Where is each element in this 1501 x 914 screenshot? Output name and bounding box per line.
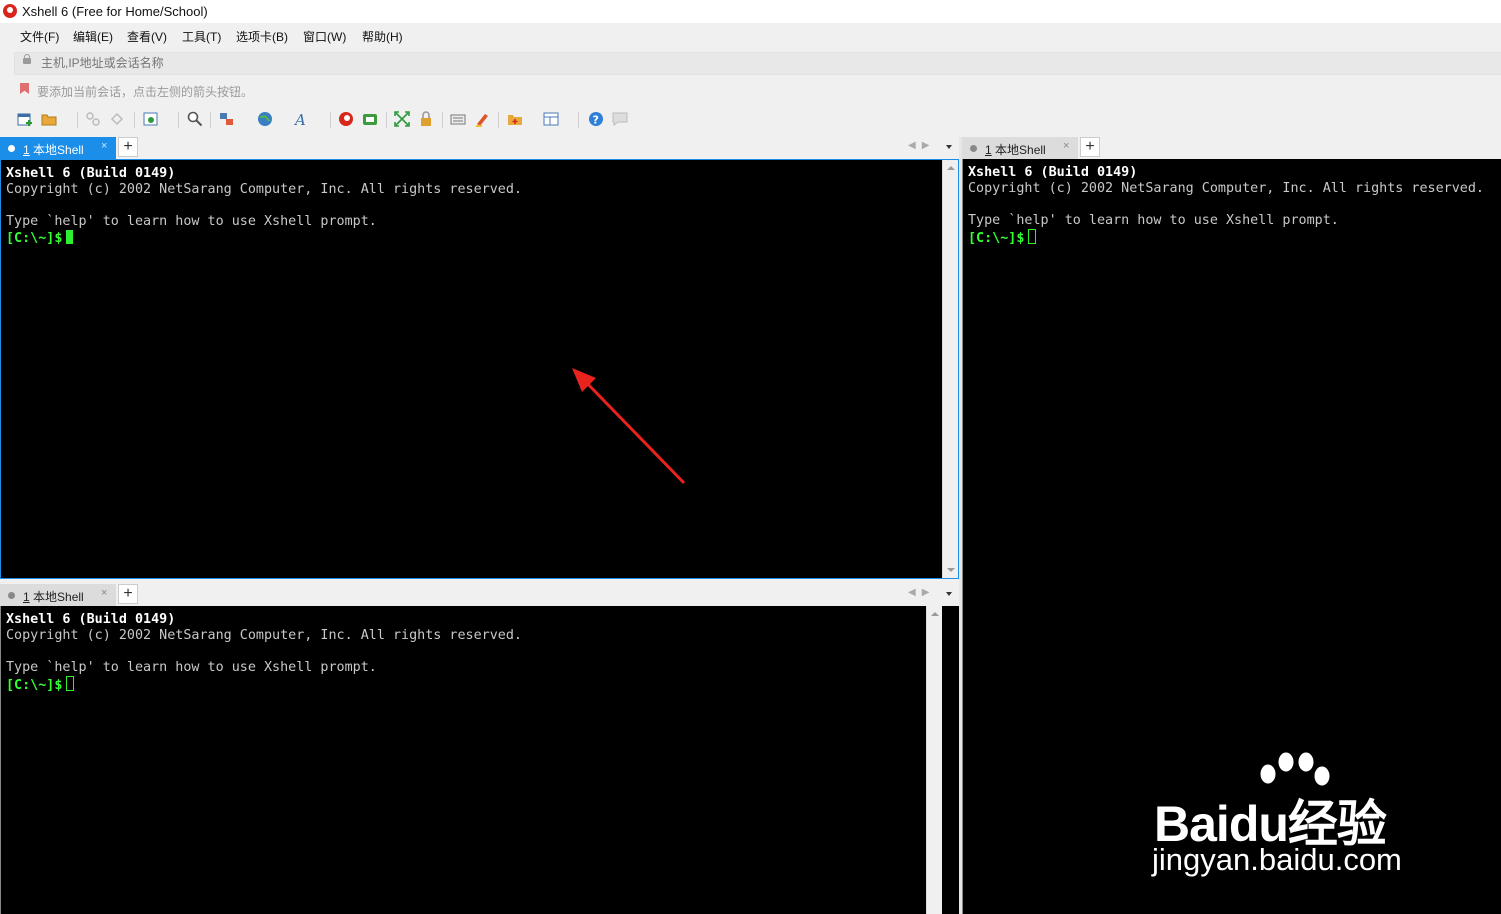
add-tab-button[interactable]: +: [118, 137, 138, 157]
tab-status-dot: [970, 145, 977, 152]
terminal-top-left[interactable]: Xshell 6 (Build 0149) Copyright (c) 2002…: [0, 159, 959, 579]
tab-status-dot: [8, 145, 15, 152]
menu-bar: 文件(F) 编辑(E) 查看(V) 工具(T) 选项卡(B) 窗口(W) 帮助(…: [0, 23, 1501, 48]
help-icon[interactable]: ?: [588, 111, 604, 127]
vertical-scrollbar[interactable]: [942, 160, 958, 578]
terminal-cursor: [66, 230, 74, 244]
tab-label: 1 本地Shell: [23, 590, 84, 604]
tab-list-dropdown[interactable]: [946, 145, 952, 149]
address-bar: [14, 52, 1501, 75]
xftp-icon[interactable]: [362, 111, 378, 127]
terminal-right[interactable]: Xshell 6 (Build 0149) Copyright (c) 2002…: [962, 159, 1501, 914]
menu-help[interactable]: 帮助(H): [362, 28, 403, 45]
bookmark-arrow-icon[interactable]: [20, 83, 29, 94]
toolbar: A ?: [0, 104, 1501, 134]
globe-icon[interactable]: [257, 111, 273, 127]
svg-text:A: A: [294, 111, 306, 127]
menu-tabs[interactable]: 选项卡(B): [236, 28, 288, 45]
font-icon[interactable]: A: [294, 111, 310, 127]
disconnect-icon[interactable]: [109, 111, 125, 127]
new-tab-icon[interactable]: [507, 111, 523, 127]
menu-tools[interactable]: 工具(T): [182, 28, 221, 45]
new-session-icon[interactable]: [17, 111, 33, 127]
xshell-app-icon: [3, 4, 17, 18]
pane-splitter[interactable]: [959, 137, 962, 914]
fullscreen-icon[interactable]: [394, 111, 410, 127]
add-tab-button[interactable]: +: [1080, 137, 1100, 157]
tab-label: 1 本地Shell: [985, 143, 1046, 157]
menu-window[interactable]: 窗口(W): [303, 28, 346, 45]
host-input[interactable]: [41, 55, 1441, 71]
terminal-output: Xshell 6 (Build 0149) Copyright (c) 2002…: [6, 612, 522, 693]
close-tab-icon[interactable]: ×: [1063, 140, 1069, 152]
properties-icon[interactable]: [143, 111, 159, 127]
tab-local-shell-right[interactable]: 1 本地Shell ×: [962, 137, 1078, 159]
title-bar: Xshell 6 (Free for Home/School): [0, 0, 1501, 23]
add-tab-button[interactable]: +: [118, 584, 138, 604]
close-tab-icon[interactable]: ×: [101, 140, 107, 152]
terminal-output: Xshell 6 (Build 0149) Copyright (c) 2002…: [6, 166, 522, 246]
window-title: Xshell 6 (Free for Home/School): [22, 4, 208, 19]
bottom-left-tab-strip: 1 本地Shell × + ◀▶: [0, 584, 958, 606]
tab-local-shell-top[interactable]: 1 本地Shell ×: [0, 137, 116, 159]
annotation-arrow: [572, 368, 686, 485]
terminal-cursor: [66, 676, 75, 691]
vertical-scrollbar[interactable]: [926, 606, 942, 914]
lock-icon: [23, 54, 31, 64]
tab-status-dot: [8, 592, 15, 599]
terminal-bottom-left[interactable]: Xshell 6 (Build 0149) Copyright (c) 2002…: [0, 606, 959, 914]
lock-icon[interactable]: [418, 111, 434, 127]
tab-list-dropdown[interactable]: [946, 592, 952, 596]
terminal-output: Xshell 6 (Build 0149) Copyright (c) 2002…: [968, 165, 1484, 246]
find-icon[interactable]: [187, 111, 203, 127]
menu-view[interactable]: 查看(V): [127, 28, 167, 45]
transfer-icon[interactable]: [219, 111, 235, 127]
top-left-tab-strip: 1 本地Shell × + ◀▶: [0, 137, 958, 159]
connect-icon[interactable]: [85, 111, 101, 127]
right-tab-strip: 1 本地Shell × +: [962, 137, 1501, 159]
terminal-cursor: [1028, 229, 1037, 244]
highlight-icon[interactable]: [474, 111, 490, 127]
chat-icon[interactable]: [612, 111, 628, 127]
open-folder-icon[interactable]: [41, 111, 57, 127]
keyboard-icon[interactable]: [450, 111, 466, 127]
tab-label: 1 本地Shell: [23, 143, 84, 157]
close-tab-icon[interactable]: ×: [101, 587, 107, 599]
menu-edit[interactable]: 编辑(E): [73, 28, 113, 45]
layout-icon[interactable]: [543, 111, 559, 127]
svg-text:?: ?: [593, 114, 599, 127]
tab-scroll-arrows[interactable]: ◀▶: [908, 587, 935, 598]
menu-file[interactable]: 文件(F): [20, 28, 59, 45]
tab-local-shell-bottom[interactable]: 1 本地Shell ×: [0, 584, 116, 606]
hint-text: 要添加当前会话，点击左侧的箭头按钮。: [37, 85, 254, 99]
tab-scroll-arrows[interactable]: ◀▶: [908, 140, 935, 151]
xshell-icon[interactable]: [338, 111, 354, 127]
